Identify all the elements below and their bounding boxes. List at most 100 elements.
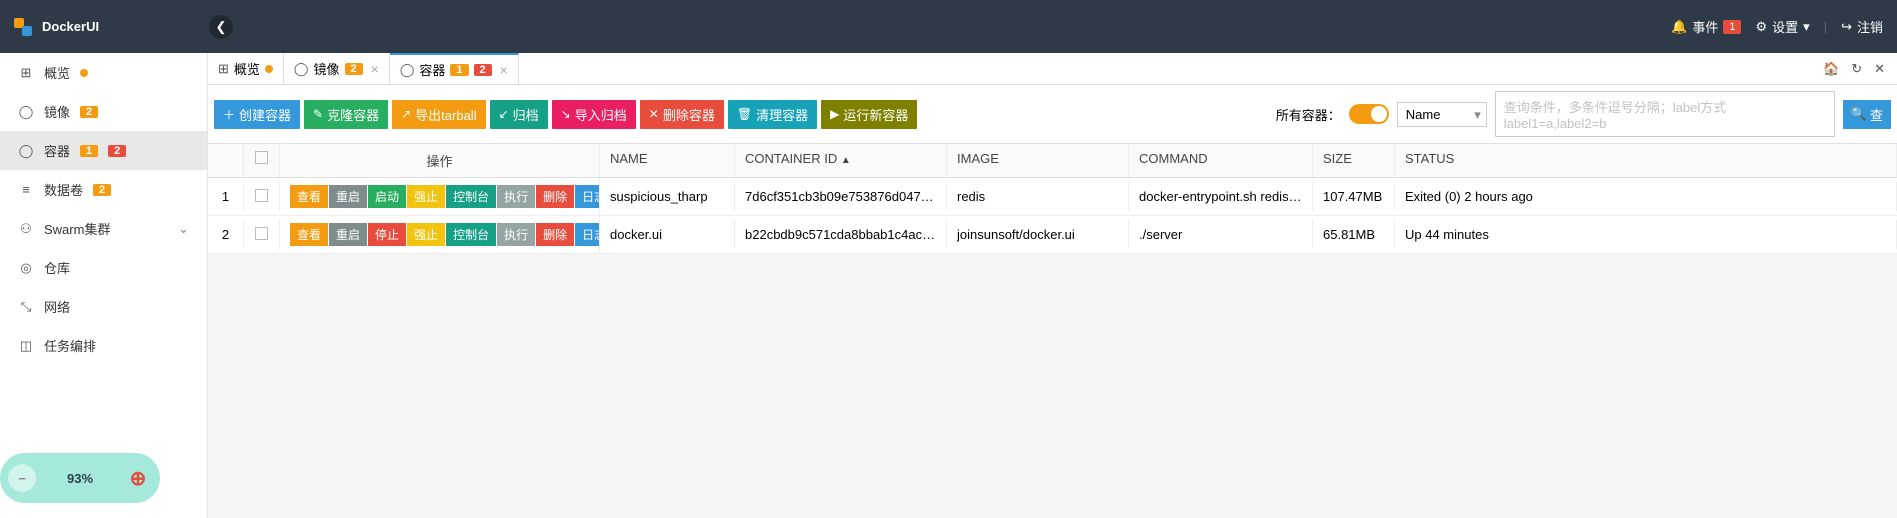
row-checkbox[interactable] — [244, 220, 280, 250]
row-index: 1 — [208, 182, 244, 211]
main-area: ⊞概览◯镜像2×◯容器12× 🏠 ↻ ✕ ＋ 创建容器 ✎ 克隆容器 ↗ 导出t… — [208, 53, 1897, 518]
sidebar-item[interactable]: ◯容器12 — [0, 131, 207, 170]
import-archive-button[interactable]: ↘ 导入归档 — [552, 100, 636, 129]
close-all-icon[interactable]: ✕ — [1874, 61, 1885, 77]
th-name[interactable]: NAME — [600, 144, 735, 177]
archive-button[interactable]: ↙ 归档 — [490, 100, 548, 129]
start-button[interactable]: 启动 — [368, 185, 406, 208]
console-button[interactable]: 控制台 — [446, 223, 496, 246]
cell-command: ./server — [1129, 220, 1313, 249]
cell-container-id: b22cbdb9c571cda8bbab1c4acc0ea… — [735, 220, 947, 249]
delete-container-button[interactable]: ✕ 删除容器 — [640, 100, 724, 129]
sidebar-item-label: 容器 — [44, 141, 70, 160]
status-dot-icon — [80, 69, 88, 77]
sort-asc-icon: ▲ — [841, 155, 851, 166]
sidebar-item-label: 仓库 — [44, 258, 70, 277]
cell-size: 107.47MB — [1313, 182, 1395, 211]
sidebar-item[interactable]: ⤡网络 — [0, 287, 207, 326]
sidebar-item[interactable]: ≡数据卷2 — [0, 170, 207, 209]
exec-button[interactable]: 执行 — [497, 185, 535, 208]
sidebar-item-label: 数据卷 — [44, 180, 83, 199]
events-badge: 1 — [1723, 20, 1741, 34]
sidebar-item[interactable]: ◯镜像2 — [0, 92, 207, 131]
gauge-minus-button[interactable]: − — [8, 464, 36, 492]
tab[interactable]: ◯容器12× — [390, 53, 519, 84]
search-button[interactable]: 🔍 查 — [1843, 100, 1891, 129]
force-stop-button[interactable]: 强止 — [407, 223, 445, 246]
tab[interactable]: ⊞概览 — [208, 53, 284, 84]
table-row: 2 查看 重启 停止 强止 控制台 执行 删除 日志 docker.ui b22… — [208, 216, 1897, 254]
settings-label: 设置 — [1772, 17, 1798, 36]
all-containers-label: 所有容器： — [1276, 105, 1341, 124]
sidebar-item[interactable]: ⊞ 概览 — [0, 53, 207, 92]
tab-close-icon[interactable]: × — [500, 62, 508, 78]
gear-icon: ⚙ — [1755, 19, 1767, 35]
sidebar-item-label: 概览 — [44, 63, 70, 82]
view-button[interactable]: 查看 — [290, 185, 328, 208]
th-checkbox[interactable] — [244, 144, 280, 177]
all-containers-toggle[interactable] — [1349, 104, 1389, 124]
log-button[interactable]: 日志 — [575, 223, 600, 246]
force-stop-button[interactable]: 强止 — [407, 185, 445, 208]
sidebar-item-icon: ⚇ — [18, 221, 34, 237]
th-index — [208, 144, 244, 177]
export-tarball-button[interactable]: ↗ 导出tarball — [392, 100, 485, 129]
tab-icon: ◯ — [294, 61, 309, 77]
sidebar-item-label: Swarm集群 — [44, 219, 110, 238]
chevron-left-icon: ❮ — [216, 19, 227, 35]
console-button[interactable]: 控制台 — [446, 185, 496, 208]
tab-icon: ◯ — [400, 62, 415, 78]
delete-row-button[interactable]: 删除 — [536, 185, 574, 208]
gauge-plus-button[interactable]: ⊕ — [124, 464, 152, 492]
sidebar-item[interactable]: ⚇Swarm集群⌄ — [0, 209, 207, 248]
refresh-icon[interactable]: ↻ — [1851, 61, 1862, 77]
sidebar-item[interactable]: ◫任务编排 — [0, 326, 207, 365]
header-right: 🔔 事件 1 ⚙ 设置 ▾ | ↪ 注销 — [1671, 17, 1883, 36]
create-container-button[interactable]: ＋ 创建容器 — [214, 100, 300, 129]
th-container-id[interactable]: CONTAINER ID ▲ — [735, 144, 947, 177]
clean-container-button[interactable]: 🗑 清理容器 — [728, 100, 817, 129]
clone-container-button[interactable]: ✎ 克隆容器 — [304, 100, 388, 129]
delete-row-button[interactable]: 删除 — [536, 223, 574, 246]
search-input[interactable]: 查询条件，多条件逗号分隔；label方式 label1=a,label2=b — [1495, 91, 1835, 137]
events-button[interactable]: 🔔 事件 1 — [1671, 17, 1741, 36]
sidebar-item-icon: ⊞ — [18, 65, 34, 81]
th-command[interactable]: COMMAND — [1129, 144, 1313, 177]
row-checkbox[interactable] — [244, 182, 280, 212]
sidebar-item-icon: ≡ — [18, 182, 34, 197]
th-size[interactable]: SIZE — [1313, 144, 1395, 177]
search-field-select[interactable]: Name — [1397, 102, 1487, 127]
events-label: 事件 — [1692, 17, 1718, 36]
th-image[interactable]: IMAGE — [947, 144, 1129, 177]
sidebar-collapse-button[interactable]: ❮ — [209, 15, 233, 39]
logo-area: DockerUI — [14, 18, 209, 36]
badge-orange: 2 — [80, 106, 98, 118]
tab-close-icon[interactable]: × — [371, 61, 379, 77]
settings-button[interactable]: ⚙ 设置 ▾ — [1755, 17, 1809, 36]
run-new-container-button[interactable]: ▶ 运行新容器 — [821, 100, 917, 129]
logout-button[interactable]: ↪ 注销 — [1841, 17, 1883, 36]
sidebar-item-label: 镜像 — [44, 102, 70, 121]
badge-orange: 1 — [450, 64, 468, 76]
th-status[interactable]: STATUS — [1395, 144, 1897, 177]
row-index: 2 — [208, 220, 244, 249]
app-title: DockerUI — [42, 19, 99, 34]
home-icon[interactable]: 🏠 — [1823, 61, 1839, 77]
stop-button[interactable]: 停止 — [368, 223, 406, 246]
table-row: 1 查看 重启 启动 强止 控制台 执行 删除 日志 suspicious_th… — [208, 178, 1897, 216]
gauge-value: 93% — [67, 471, 93, 486]
logout-icon: ↪ — [1841, 19, 1852, 35]
view-button[interactable]: 查看 — [290, 223, 328, 246]
log-button[interactable]: 日志 — [575, 185, 600, 208]
restart-button[interactable]: 重启 — [329, 223, 367, 246]
restart-button[interactable]: 重启 — [329, 185, 367, 208]
sidebar-item[interactable]: ◎仓库 — [0, 248, 207, 287]
exec-button[interactable]: 执行 — [497, 223, 535, 246]
tab-label: 容器 — [419, 60, 445, 79]
tab[interactable]: ◯镜像2× — [284, 53, 390, 84]
table-header: 操作 NAME CONTAINER ID ▲ IMAGE COMMAND SIZ… — [208, 144, 1897, 178]
logout-label: 注销 — [1857, 17, 1883, 36]
toolbar: ＋ 创建容器 ✎ 克隆容器 ↗ 导出tarball ↙ 归档 ↘ 导入归档 ✕ … — [208, 85, 1897, 144]
app-header: DockerUI ❮ 🔔 事件 1 ⚙ 设置 ▾ | ↪ 注销 — [0, 0, 1897, 53]
badge-orange: 2 — [345, 63, 363, 75]
